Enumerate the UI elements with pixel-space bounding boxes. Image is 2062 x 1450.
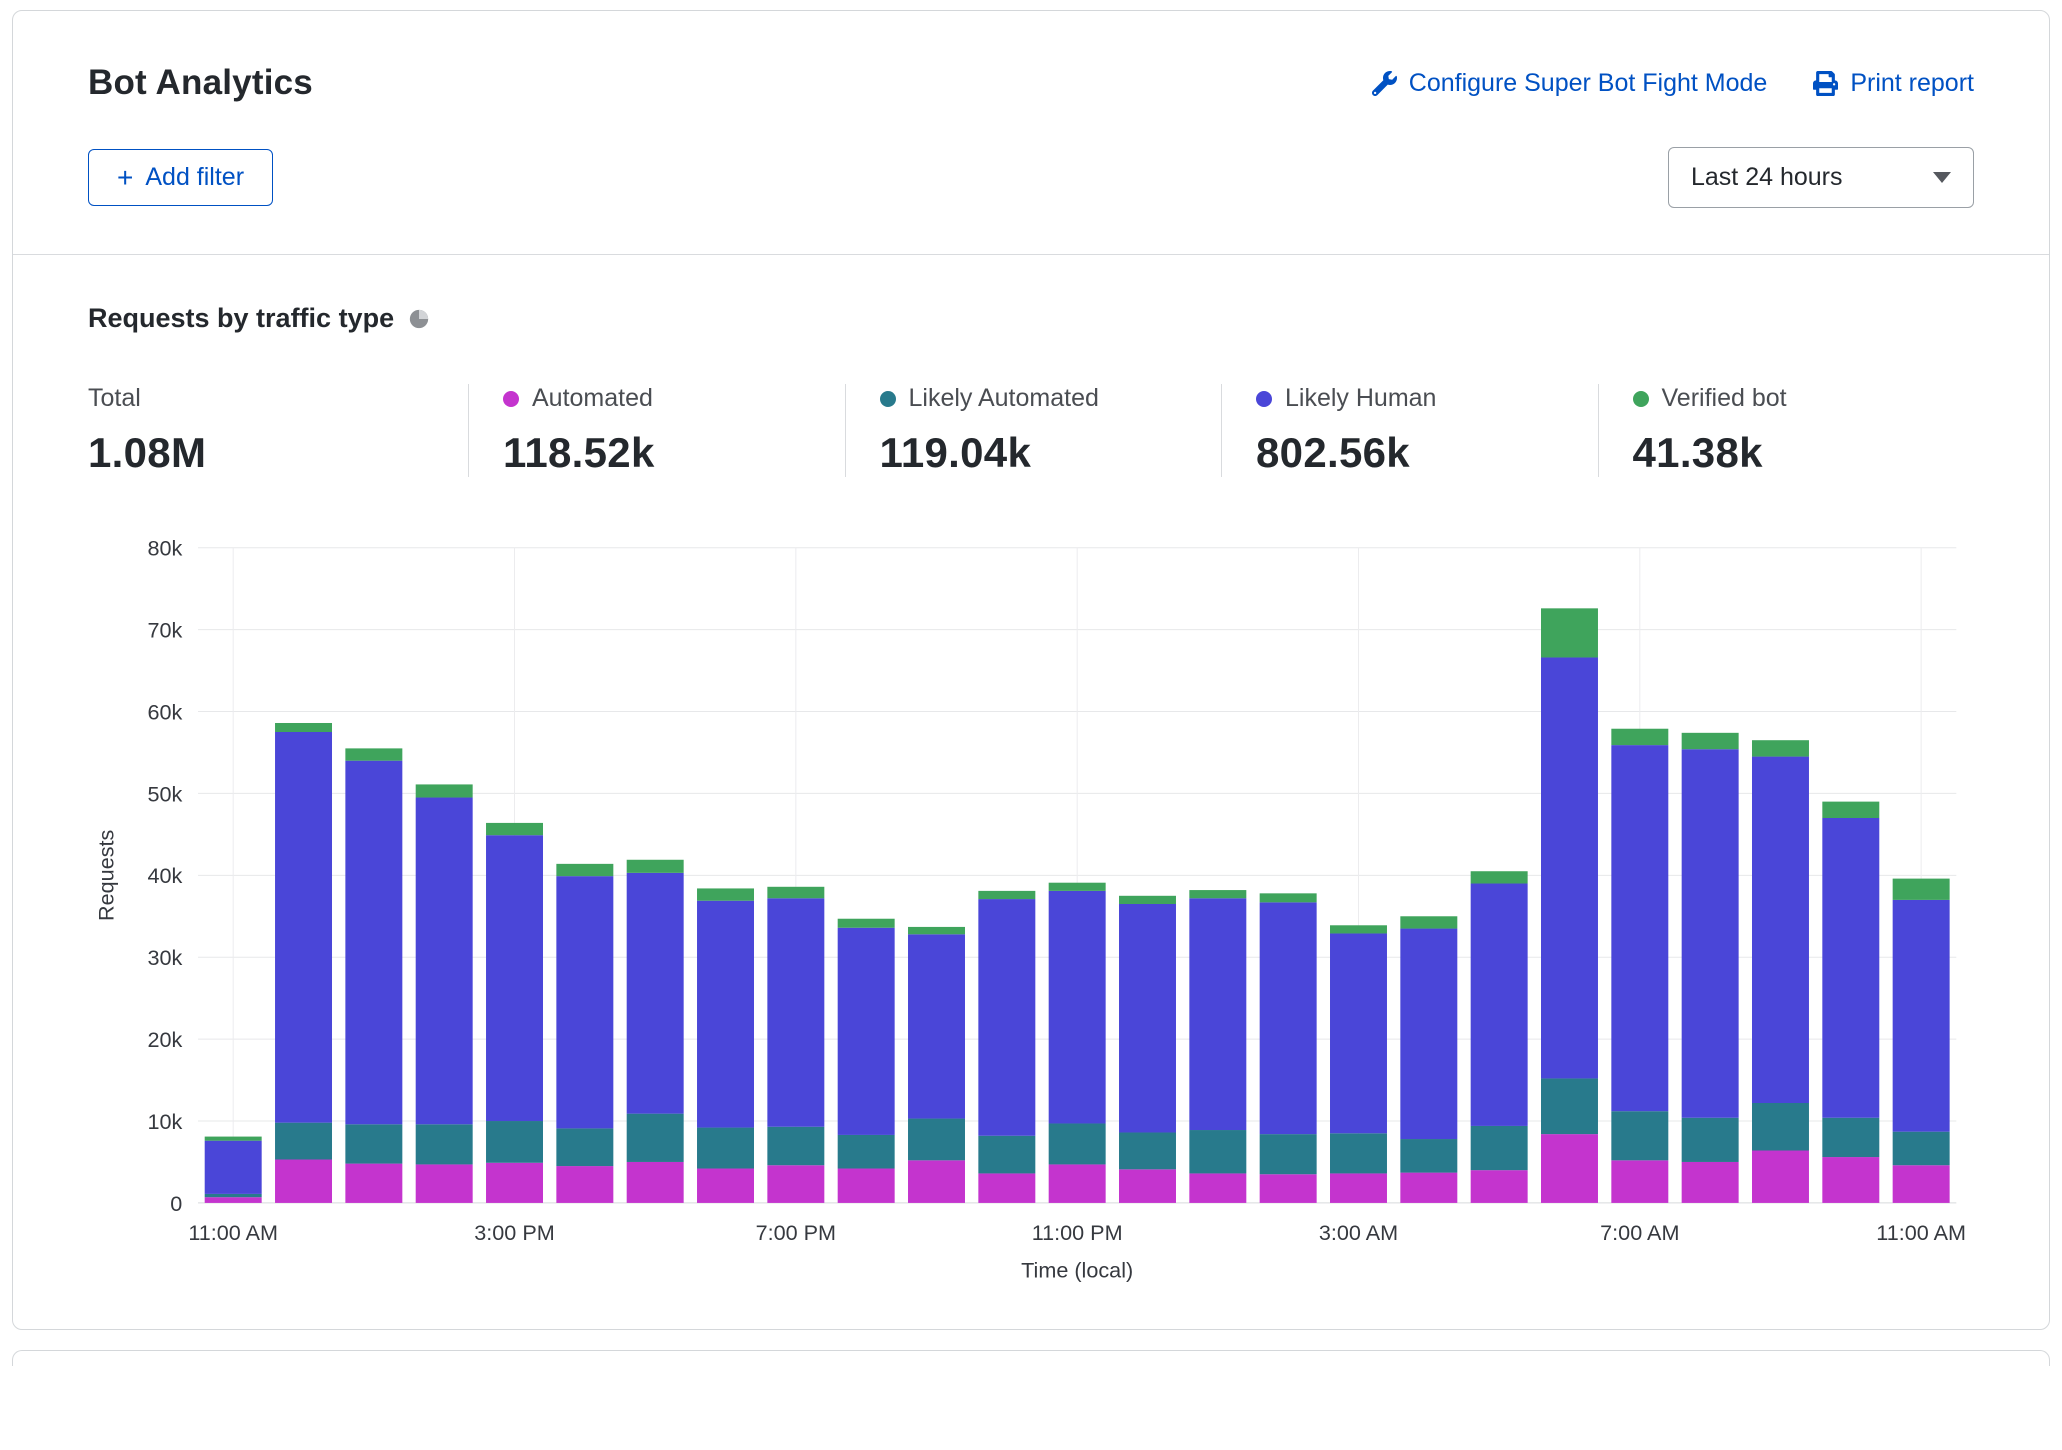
svg-text:20k: 20k (147, 1027, 182, 1052)
svg-text:Time (local): Time (local) (1021, 1258, 1133, 1283)
printer-icon (1813, 71, 1838, 96)
pie-chart-icon (408, 308, 430, 330)
stat-likely-human: Likely Human 802.56k (1221, 384, 1598, 477)
stat-verified-bot-value: 41.38k (1633, 429, 1975, 477)
stat-verified-bot: Verified bot 41.38k (1598, 384, 1975, 477)
likely-automated-legend-dot (880, 391, 896, 407)
card-header: Bot Analytics Configure Super Bot Fight … (13, 11, 2049, 103)
svg-text:50k: 50k (147, 781, 182, 806)
bot-analytics-card: Bot Analytics Configure Super Bot Fight … (12, 10, 2050, 1330)
svg-text:11:00 AM: 11:00 AM (1876, 1220, 1966, 1245)
print-link-label: Print report (1850, 69, 1974, 98)
configure-link-label: Configure Super Bot Fight Mode (1409, 69, 1768, 98)
next-card-stub (12, 1350, 2050, 1366)
svg-text:10k: 10k (147, 1109, 182, 1134)
svg-text:3:00 PM: 3:00 PM (474, 1220, 554, 1245)
stat-automated-value: 118.52k (503, 429, 845, 477)
add-filter-button[interactable]: + Add filter (88, 149, 273, 206)
section-title: Requests by traffic type (88, 303, 394, 334)
svg-text:Requests: Requests (94, 829, 119, 920)
svg-text:60k: 60k (147, 699, 182, 724)
stat-automated-label: Automated (532, 384, 653, 413)
stat-likely-human-label: Likely Human (1285, 384, 1436, 413)
stat-automated: Automated 118.52k (468, 384, 845, 477)
svg-text:0: 0 (170, 1191, 182, 1216)
filter-row: + Add filter Last 24 hours (13, 103, 2049, 254)
stat-total-value: 1.08M (88, 429, 468, 477)
header-links: Configure Super Bot Fight Mode Print rep… (1372, 63, 1974, 98)
verified-bot-legend-dot (1633, 391, 1649, 407)
svg-text:3:00 AM: 3:00 AM (1319, 1220, 1398, 1245)
svg-text:11:00 AM: 11:00 AM (188, 1220, 278, 1245)
stat-likely-human-value: 802.56k (1256, 429, 1598, 477)
time-range-value: Last 24 hours (1691, 163, 1843, 192)
time-range-select[interactable]: Last 24 hours (1668, 147, 1974, 208)
stat-total: Total 1.08M (88, 384, 468, 477)
chevron-down-icon (1933, 172, 1951, 183)
configure-super-bot-fight-mode-link[interactable]: Configure Super Bot Fight Mode (1372, 69, 1768, 98)
svg-text:7:00 AM: 7:00 AM (1600, 1220, 1679, 1245)
traffic-stats-row: Total 1.08M Automated 118.52k Likely Aut… (88, 384, 1974, 477)
page-title: Bot Analytics (88, 63, 313, 103)
svg-text:70k: 70k (147, 617, 182, 642)
wrench-icon (1372, 71, 1397, 96)
requests-by-traffic-type-section: Requests by traffic type Total 1.08M Aut… (13, 255, 2049, 1329)
svg-text:7:00 PM: 7:00 PM (756, 1220, 836, 1245)
svg-text:40k: 40k (147, 863, 182, 888)
stat-likely-automated: Likely Automated 119.04k (845, 384, 1222, 477)
likely-human-legend-dot (1256, 391, 1272, 407)
svg-text:80k: 80k (147, 536, 182, 561)
requests-stacked-bar-chart: 0 10k 20k 30k 40k 50k 60k 70k 80k 11:00 AM 3:00 PM… (88, 533, 1974, 1289)
stat-total-label: Total (88, 384, 141, 413)
stat-likely-automated-value: 119.04k (880, 429, 1222, 477)
chart-area: 0 10k 20k 30k 40k 50k 60k 70k 80k 11:00 AM 3:00 PM… (88, 533, 1974, 1289)
svg-text:11:00 PM: 11:00 PM (1032, 1220, 1123, 1245)
stat-verified-bot-label: Verified bot (1662, 384, 1787, 413)
svg-text:30k: 30k (147, 945, 182, 970)
stat-likely-automated-label: Likely Automated (909, 384, 1099, 413)
add-filter-label: Add filter (145, 163, 244, 192)
print-report-link[interactable]: Print report (1813, 69, 1974, 98)
automated-legend-dot (503, 391, 519, 407)
plus-icon: + (117, 168, 133, 188)
